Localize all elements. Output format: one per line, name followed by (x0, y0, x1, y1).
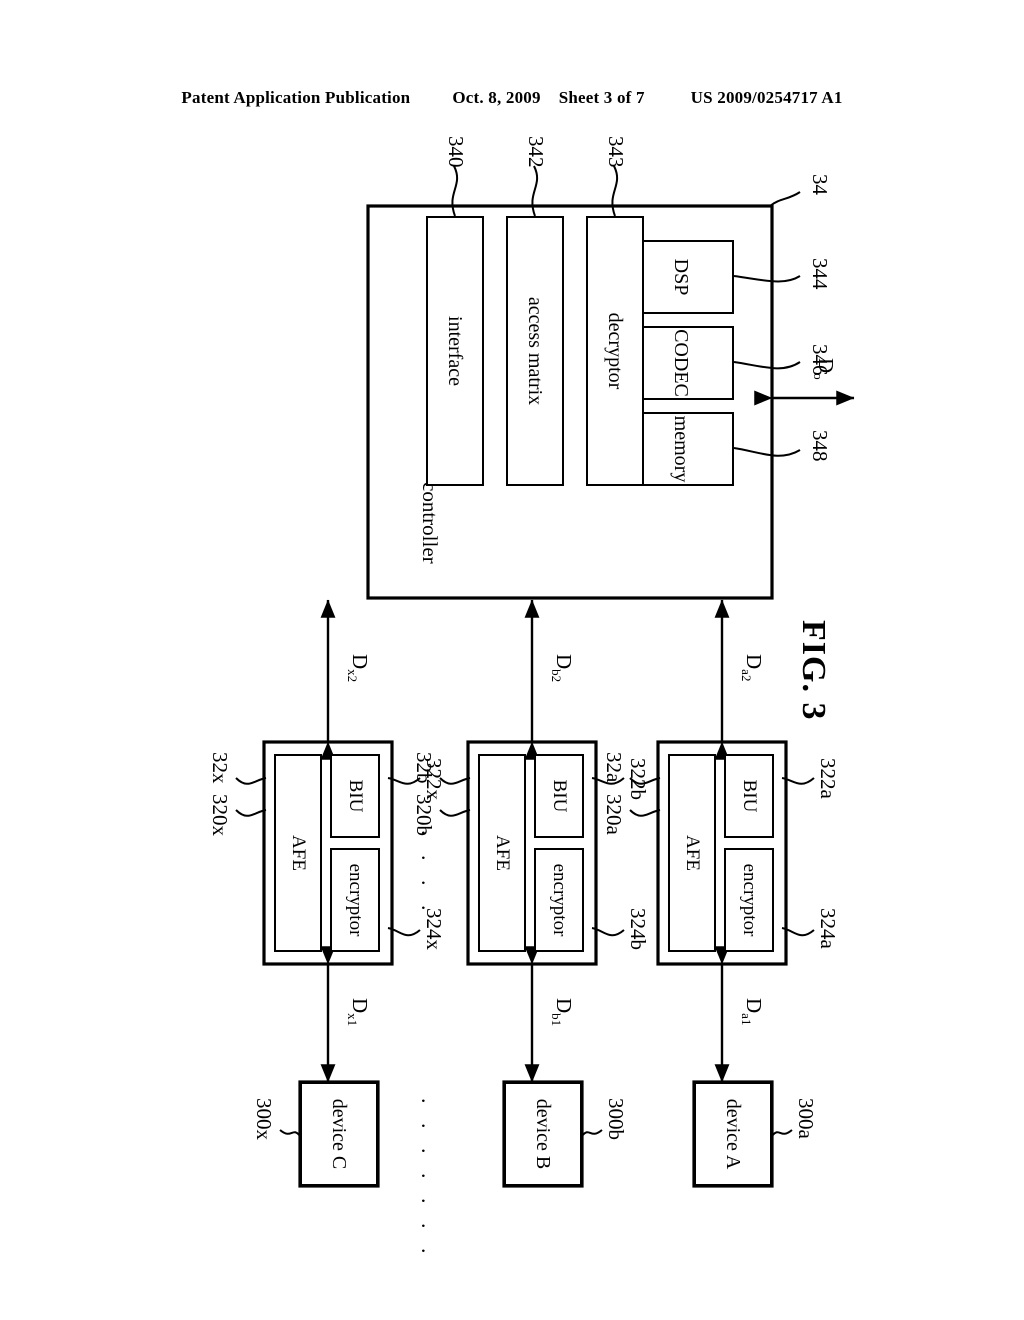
ref-dsp: 344 (808, 258, 832, 290)
device-a-label: device A (722, 1098, 745, 1170)
module-b-encryptor: encryptor (534, 848, 584, 952)
signal-db2-sub: b2 (548, 669, 564, 683)
module-x-biu: BIU (330, 754, 380, 838)
module-x-biu-label: BIU (345, 779, 366, 813)
ref-module-x: 32x (208, 752, 232, 784)
ref-device-c: 300x (252, 1098, 276, 1140)
signal-dx2: Dx2 (344, 654, 372, 683)
module-b-encryptor-label: encryptor (549, 863, 570, 937)
signal-dx2-base: D (348, 654, 372, 670)
signal-dx2-sub: x2 (344, 669, 360, 683)
signal-dx1: Dx1 (344, 998, 372, 1027)
module-a-biu: BIU (724, 754, 774, 838)
header-docnum: US 2009/0254717 A1 (690, 88, 843, 107)
signal-da2: Da2 (738, 654, 766, 682)
module-x-afe-label: AFE (288, 835, 309, 871)
ref-device-a: 300a (794, 1098, 818, 1139)
header-sheet: Sheet 3 of 7 (558, 88, 645, 107)
module-b-afe: AFE (478, 754, 526, 952)
signal-db1-sub: b1 (548, 1013, 564, 1027)
module-a-encryptor: encryptor (724, 848, 774, 952)
page-header: Patent Application Publication Oct. 8, 20… (0, 88, 1024, 108)
signal-da2-sub: a2 (738, 669, 754, 682)
signal-dx1-base: D (348, 998, 372, 1014)
module-x-afe: AFE (274, 754, 322, 952)
module-a-afe: AFE (668, 754, 716, 952)
signal-da1-base: D (742, 998, 766, 1014)
ref-codec: 346 (808, 344, 832, 376)
ref-decryptor: 343 (604, 136, 628, 168)
ref-afe-x: 320x (208, 794, 232, 836)
block-dsp-label: DSP (670, 258, 693, 296)
device-c-label: device C (328, 1098, 351, 1170)
signal-da1-sub: a1 (738, 1013, 754, 1026)
ref-biu-x: 322x (422, 758, 446, 800)
device-b: device B (504, 1082, 582, 1186)
device-ellipsis: . . . . . . . (417, 1098, 442, 1261)
block-interface: interface (426, 216, 484, 486)
ref-device-b: 300b (604, 1098, 628, 1140)
ref-interface: 340 (444, 136, 468, 168)
device-c: device C (300, 1082, 378, 1186)
signal-db2-base: D (552, 654, 576, 670)
block-memory-label: memory (670, 415, 693, 483)
patent-sheet: Patent Application Publication Oct. 8, 20… (0, 0, 1024, 1320)
module-b-biu: BIU (534, 754, 584, 838)
ref-memory: 348 (808, 430, 832, 462)
module-x-encryptor-label: encryptor (345, 863, 366, 937)
header-date: Oct. 8, 2009 (452, 88, 541, 107)
module-x-encryptor: encryptor (330, 848, 380, 952)
ref-controller: 34 (808, 174, 832, 195)
block-decryptor-label: decryptor (604, 312, 627, 390)
signal-da1: Da1 (738, 998, 766, 1026)
block-access-matrix: access matrix (506, 216, 564, 486)
device-b-label: device B (532, 1098, 555, 1170)
ref-encryptor-a: 324a (816, 908, 840, 949)
signal-dx1-sub: x1 (344, 1013, 360, 1027)
ref-access-matrix: 342 (524, 136, 548, 168)
module-a-biu-label: BIU (739, 779, 760, 813)
module-a-encryptor-label: encryptor (739, 863, 760, 937)
ref-biu-a: 322a (816, 758, 840, 799)
block-access-matrix-label: access matrix (524, 296, 547, 406)
block-codec-label: CODEC (670, 329, 693, 397)
header-publication: Patent Application Publication (181, 88, 411, 107)
ref-encryptor-b: 324b (626, 908, 650, 950)
ref-biu-b: 322b (626, 758, 650, 800)
module-ellipsis: . . . . (417, 830, 442, 918)
signal-db1: Db1 (548, 998, 576, 1027)
signal-da2-base: D (742, 654, 766, 670)
module-a-afe-label: AFE (682, 835, 703, 871)
ref-afe-a: 320a (602, 794, 626, 835)
figure-caption: FIG. 3 (795, 620, 832, 721)
block-interface-label: interface (444, 316, 467, 386)
ref-module-a: 32a (602, 752, 626, 783)
figure-drawing: 34 controller Do DSP CODEC memory 344 34… (132, 130, 892, 1261)
signal-db2: Db2 (548, 654, 576, 683)
module-b-biu-label: BIU (549, 779, 570, 813)
signal-db1-base: D (552, 998, 576, 1014)
device-a: device A (694, 1082, 772, 1186)
module-b-afe-label: AFE (492, 835, 513, 871)
block-decryptor: decryptor (586, 216, 644, 486)
controller-label: controller (418, 482, 442, 564)
